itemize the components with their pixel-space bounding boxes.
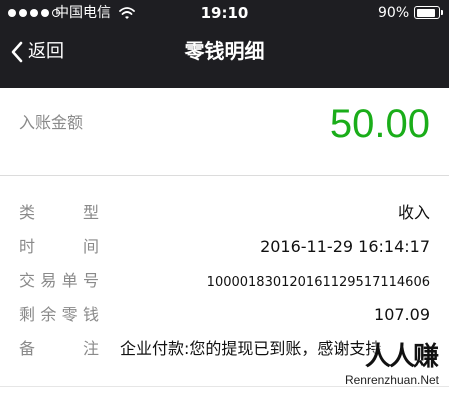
detail-value: 2016-11-29 16:14:17 <box>260 237 430 256</box>
detail-row-transaction-id: 交 易 单 号 100001830120161129517114606 <box>0 266 449 296</box>
detail-value: 107.09 <box>374 305 430 324</box>
status-bar: 中国电信 19:10 90% <box>0 0 449 28</box>
detail-row-time: 时 间 2016-11-29 16:14:17 <box>0 232 449 262</box>
detail-label: 备 注 <box>19 339 99 358</box>
battery-icon <box>414 6 443 19</box>
top-bar: 中国电信 19:10 90% 返回 零钱明细 <box>0 0 449 88</box>
detail-label: 剩 余 零 钱 <box>19 305 99 324</box>
detail-value: 100001830120161129517114606 <box>206 275 430 290</box>
detail-label: 时 间 <box>19 237 99 256</box>
navigation-bar: 返回 零钱明细 <box>0 28 449 76</box>
divider <box>0 175 449 176</box>
battery-percent: 90% <box>378 5 410 21</box>
amount-label: 入账金额 <box>19 113 84 132</box>
watermark-text: Renrenzhuan.Net <box>344 373 439 387</box>
watermark-logo: 人人赚 <box>364 342 439 372</box>
detail-label: 交 易 单 号 <box>19 271 99 290</box>
page-title: 零钱明细 <box>184 39 265 63</box>
amount-section: 入账金额 50.00 <box>0 88 449 175</box>
detail-value: 收入 <box>397 203 430 222</box>
amount-value: 50.00 <box>329 102 430 146</box>
detail-row-balance: 剩 余 零 钱 107.09 <box>0 300 449 330</box>
wallet-detail-screen: 中国电信 19:10 90% 返回 零钱明细 入账金额 50.00 类 型 收入… <box>0 0 449 393</box>
detail-label: 类 型 <box>19 203 99 222</box>
watermark: 人人赚 Renrenzhuan.Net <box>333 342 443 392</box>
detail-row-type: 类 型 收入 <box>0 198 449 228</box>
